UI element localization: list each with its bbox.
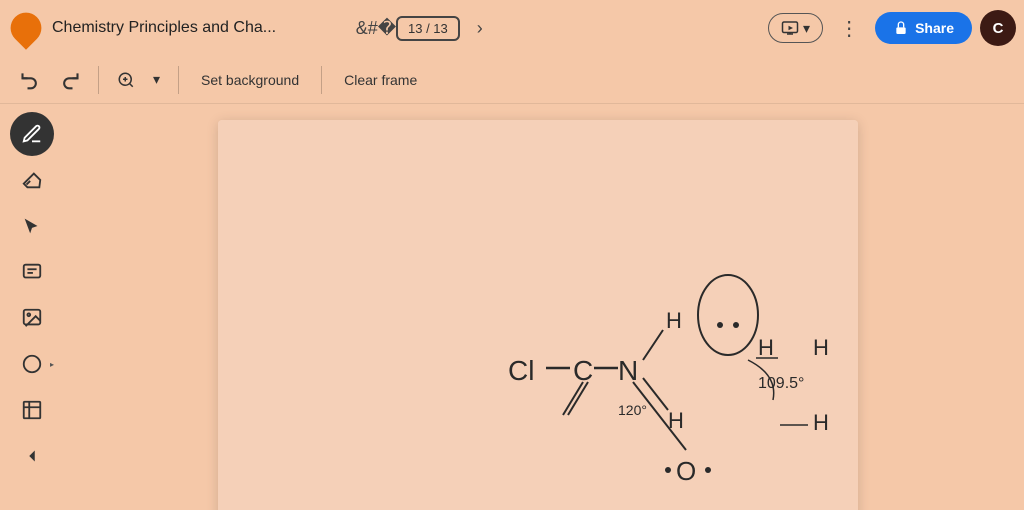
svg-text:109.5°: 109.5° [758, 375, 804, 392]
pen-tool-button[interactable] [10, 112, 54, 156]
document-title[interactable]: Chemistry Principles and Cha... [52, 19, 352, 37]
undo-button[interactable] [12, 62, 48, 98]
top-bar: Chemistry Principles and Cha... &#� 13 /… [0, 0, 1024, 56]
more-tools-button[interactable] [10, 434, 54, 478]
present-button[interactable]: ▾ [768, 13, 823, 43]
share-button[interactable]: Share [875, 12, 972, 44]
svg-text:H: H [666, 308, 682, 333]
svg-text:N: N [618, 355, 638, 386]
zoom-dropdown-button[interactable]: ▾ [145, 65, 168, 94]
more-tools-icon [21, 445, 43, 467]
slide-counter[interactable]: 13 / 13 [396, 16, 460, 41]
frame-tool-button[interactable] [10, 388, 54, 432]
side-toolbar: ▸ [0, 104, 64, 510]
user-avatar[interactable]: C [980, 10, 1016, 46]
undo-icon [20, 70, 40, 90]
canvas-area: Cl C N 120° O [64, 104, 1012, 510]
pen-icon [21, 123, 43, 145]
svg-text:C: C [573, 355, 593, 386]
prev-slide-button[interactable]: &#� [360, 12, 392, 44]
redo-icon [60, 70, 80, 90]
lock-icon [893, 20, 909, 36]
svg-text:Cl: Cl [508, 355, 534, 386]
clear-frame-button[interactable]: Clear frame [332, 66, 429, 94]
select-icon [21, 215, 43, 237]
slide-navigation: &#� 13 / 13 › [360, 12, 496, 44]
toolbar-bar: ▾ Set background Clear frame [0, 56, 1024, 104]
toolbar-separator-1 [98, 66, 99, 94]
zoom-arrow: ▾ [153, 71, 160, 88]
more-options-button[interactable]: ⋮ [831, 10, 867, 46]
right-scrollbar[interactable] [1012, 104, 1024, 510]
select-tool-button[interactable] [10, 204, 54, 248]
redo-button[interactable] [52, 62, 88, 98]
shape-tool-button[interactable] [10, 342, 54, 386]
zoom-icon [117, 71, 135, 89]
app-logo [8, 10, 44, 46]
svg-text:H: H [813, 410, 829, 435]
slide-canvas[interactable]: Cl C N 120° O [218, 120, 858, 510]
image-tool-button[interactable] [10, 296, 54, 340]
main-content: ▸ Cl [0, 104, 1024, 510]
eraser-icon [21, 169, 43, 191]
zoom-group: ▾ [109, 65, 168, 95]
eraser-tool-button[interactable] [10, 158, 54, 202]
svg-text:O: O [676, 456, 696, 486]
set-background-button[interactable]: Set background [189, 66, 311, 94]
toolbar-separator-3 [321, 66, 322, 94]
circle-icon [21, 353, 43, 375]
share-label: Share [915, 20, 954, 36]
next-slide-button[interactable]: › [464, 12, 496, 44]
svg-text:120°: 120° [618, 402, 647, 418]
svg-text:H: H [813, 335, 829, 360]
svg-text:H: H [758, 335, 774, 360]
zoom-button[interactable] [109, 65, 143, 95]
shape-tool-group: ▸ [10, 342, 54, 386]
present-icon [781, 19, 799, 37]
present-dropdown-arrow: ▾ [803, 20, 810, 37]
right-actions: ▾ ⋮ Share C [768, 10, 1016, 46]
toolbar-separator-2 [178, 66, 179, 94]
note-tool-button[interactable] [10, 250, 54, 294]
note-icon [21, 261, 43, 283]
frame-icon [21, 399, 43, 421]
image-icon [21, 307, 43, 329]
canvas-drawing: Cl C N 120° O [218, 120, 858, 510]
